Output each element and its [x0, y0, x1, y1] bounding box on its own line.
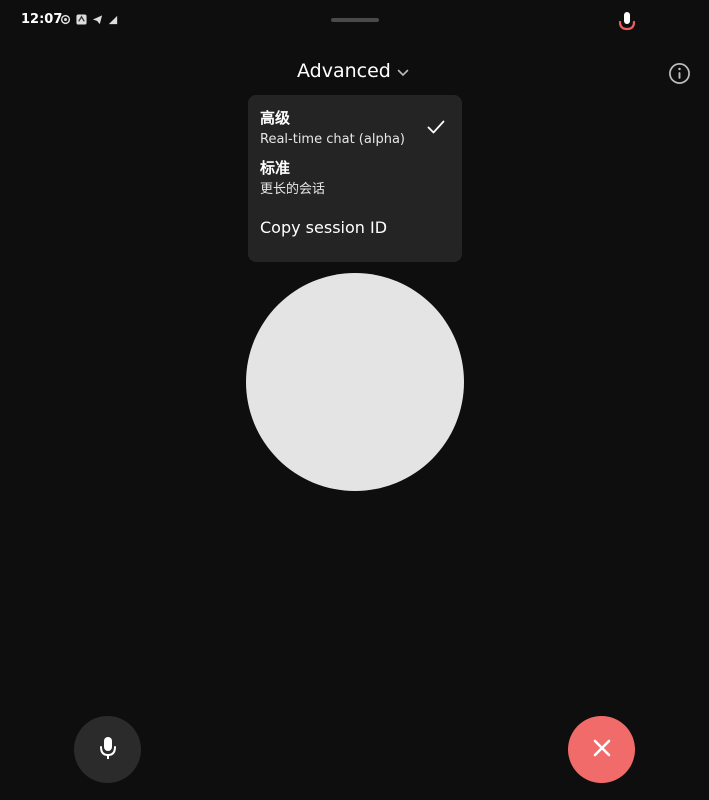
menu-item-advanced[interactable]: 高级 Real-time chat (alpha)	[260, 109, 405, 148]
close-icon	[592, 738, 612, 762]
mode-menu: 高级 Real-time chat (alpha) 标准 更长的会话 Copy …	[248, 95, 462, 262]
voice-orb	[246, 273, 464, 491]
menu-item-subtitle: Real-time chat (alpha)	[260, 132, 405, 147]
mic-active-icon	[616, 11, 638, 37]
status-icons	[60, 14, 118, 25]
end-call-button[interactable]	[568, 716, 635, 783]
telegram-icon	[92, 14, 103, 25]
menu-item-copy-session-id[interactable]: Copy session ID	[260, 218, 387, 237]
microphone-icon	[98, 736, 118, 764]
copy-session-id-label: Copy session ID	[260, 218, 388, 237]
info-icon[interactable]	[668, 62, 691, 89]
mode-selector[interactable]: Advanced	[297, 60, 409, 82]
drag-handle[interactable]	[331, 18, 379, 22]
mode-label: Advanced	[297, 60, 391, 82]
voice-chat-screen: 12:07 Advanced 高级 Real-time chat (alpha)…	[0, 0, 709, 800]
menu-item-title: 高级	[260, 109, 291, 127]
menu-item-subtitle: 更长的会话	[260, 182, 326, 197]
check-icon	[427, 119, 445, 138]
signal-icon	[108, 15, 118, 25]
gear-status-icon	[60, 14, 71, 25]
chevron-down-icon	[397, 62, 409, 81]
app-status-icon	[76, 14, 87, 25]
menu-item-standard[interactable]: 标准 更长的会话	[260, 159, 325, 198]
status-time: 12:07	[21, 12, 63, 27]
mute-button[interactable]	[74, 716, 141, 783]
menu-item-title: 标准	[260, 159, 291, 177]
